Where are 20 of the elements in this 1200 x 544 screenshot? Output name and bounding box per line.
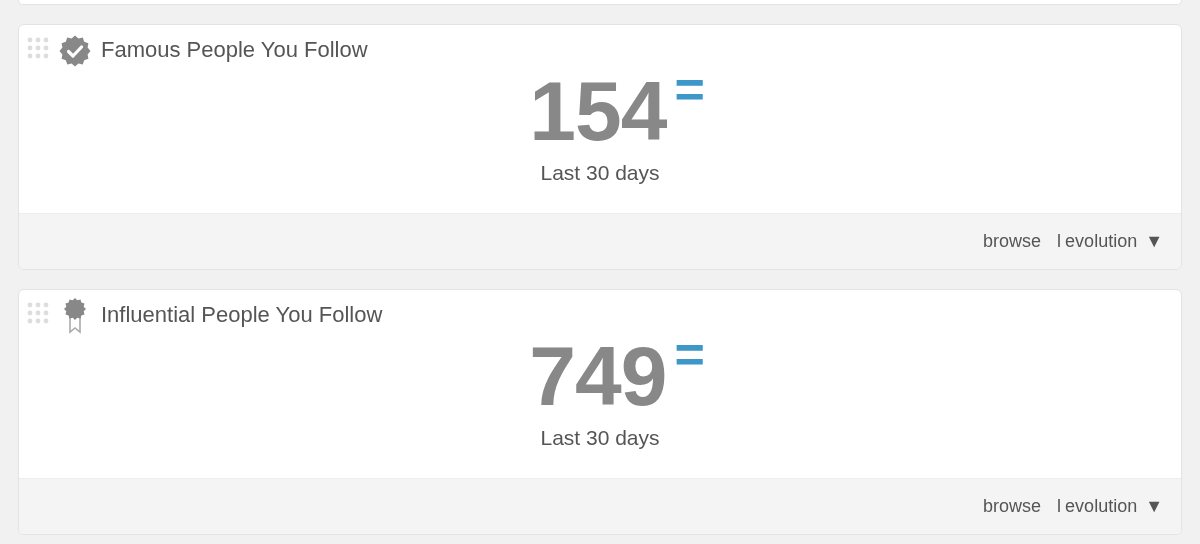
browse-link[interactable]: browse <box>983 493 1042 520</box>
browse-link[interactable]: browse <box>983 228 1042 255</box>
period-label: Last 30 days <box>540 426 660 450</box>
caret-icon[interactable]: ▼ <box>1145 493 1163 520</box>
check-badge-icon <box>59 35 91 67</box>
period-label: Last 30 days <box>540 161 660 185</box>
change-indicator: = <box>674 69 705 109</box>
evolution-link[interactable]: evolution <box>1065 493 1138 520</box>
change-indicator: = <box>674 334 705 374</box>
drag-handle-icon[interactable] <box>27 302 49 324</box>
metric-value: 154 <box>529 69 667 153</box>
evolution-link[interactable]: evolution <box>1065 228 1138 255</box>
widget-title: Influential People You Follow <box>101 302 383 328</box>
drag-handle-icon[interactable] <box>27 37 49 59</box>
metric-value: 749 <box>529 334 667 418</box>
separator: l <box>1057 230 1062 253</box>
widget-title: Famous People You Follow <box>101 37 368 63</box>
award-ribbon-icon <box>63 298 87 334</box>
caret-icon[interactable]: ▼ <box>1145 228 1163 255</box>
separator: l <box>1057 495 1062 518</box>
